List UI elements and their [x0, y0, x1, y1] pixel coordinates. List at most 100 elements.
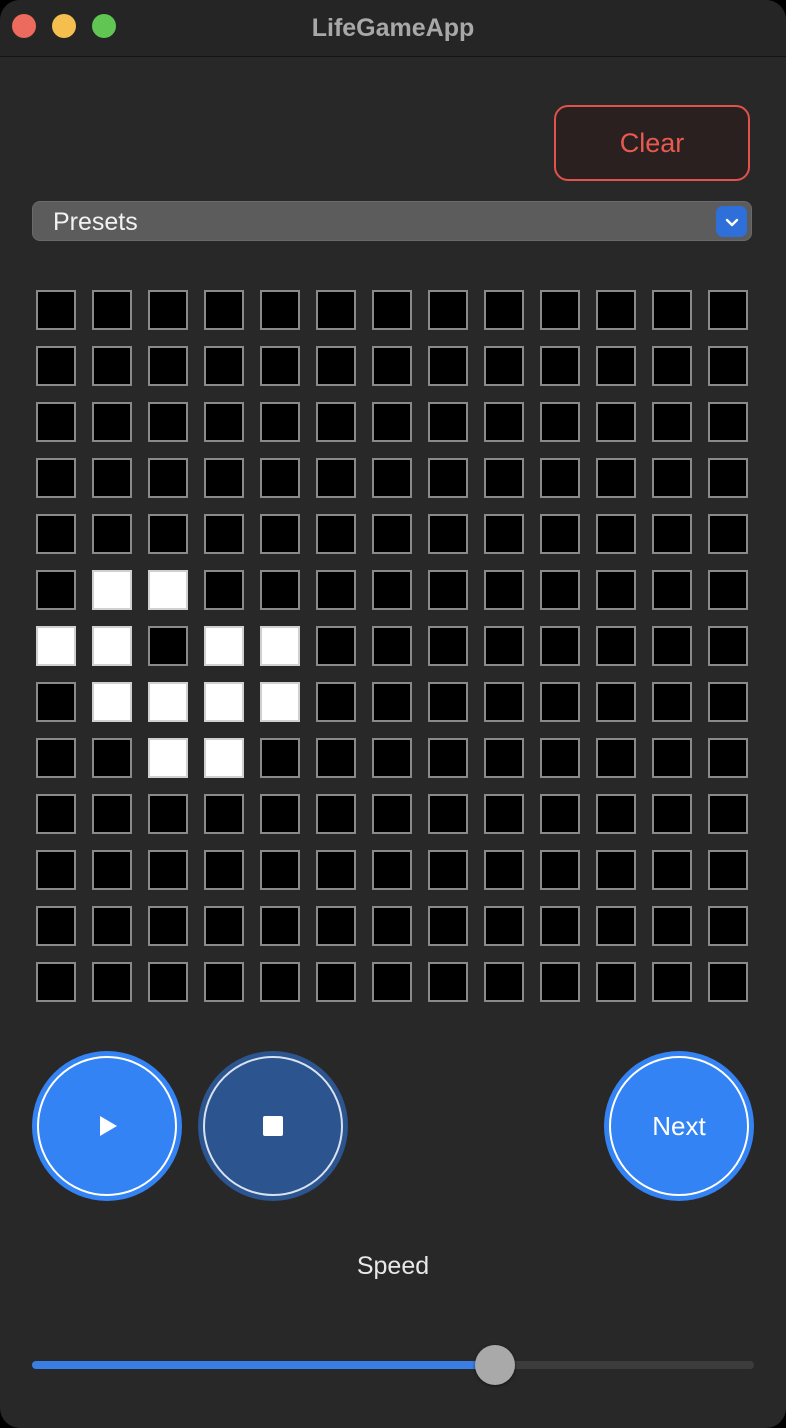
grid-cell[interactable]: [428, 402, 468, 442]
grid-cell[interactable]: [92, 962, 132, 1002]
grid-cell[interactable]: [92, 626, 132, 666]
grid-cell[interactable]: [204, 906, 244, 946]
grid-cell[interactable]: [596, 570, 636, 610]
grid-cell[interactable]: [148, 402, 188, 442]
grid-cell[interactable]: [92, 290, 132, 330]
grid-cell[interactable]: [708, 514, 748, 554]
grid-cell[interactable]: [92, 738, 132, 778]
grid-cell[interactable]: [596, 626, 636, 666]
grid-cell[interactable]: [484, 738, 524, 778]
grid-cell[interactable]: [372, 850, 412, 890]
grid-cell[interactable]: [204, 346, 244, 386]
grid-cell[interactable]: [540, 626, 580, 666]
grid-cell[interactable]: [92, 850, 132, 890]
grid-cell[interactable]: [652, 682, 692, 722]
grid-cell[interactable]: [596, 906, 636, 946]
grid-cell[interactable]: [596, 290, 636, 330]
grid-cell[interactable]: [148, 570, 188, 610]
grid-cell[interactable]: [484, 682, 524, 722]
grid-cell[interactable]: [708, 682, 748, 722]
grid-cell[interactable]: [428, 514, 468, 554]
grid-cell[interactable]: [36, 290, 76, 330]
grid-cell[interactable]: [540, 906, 580, 946]
grid-cell[interactable]: [372, 962, 412, 1002]
grid-cell[interactable]: [596, 514, 636, 554]
grid-cell[interactable]: [148, 850, 188, 890]
grid-cell[interactable]: [92, 458, 132, 498]
grid-cell[interactable]: [372, 682, 412, 722]
grid-cell[interactable]: [92, 682, 132, 722]
grid-cell[interactable]: [540, 570, 580, 610]
grid-cell[interactable]: [708, 794, 748, 834]
grid-cell[interactable]: [596, 458, 636, 498]
grid-cell[interactable]: [596, 346, 636, 386]
grid-cell[interactable]: [484, 850, 524, 890]
grid-cell[interactable]: [484, 346, 524, 386]
grid-cell[interactable]: [372, 290, 412, 330]
grid-cell[interactable]: [708, 290, 748, 330]
grid-cell[interactable]: [372, 458, 412, 498]
grid-cell[interactable]: [428, 906, 468, 946]
grid-cell[interactable]: [652, 738, 692, 778]
grid-cell[interactable]: [708, 570, 748, 610]
grid-cell[interactable]: [204, 850, 244, 890]
grid-cell[interactable]: [484, 458, 524, 498]
grid-cell[interactable]: [148, 906, 188, 946]
grid-cell[interactable]: [428, 346, 468, 386]
grid-cell[interactable]: [652, 514, 692, 554]
grid-cell[interactable]: [484, 290, 524, 330]
grid-cell[interactable]: [596, 850, 636, 890]
grid-cell[interactable]: [540, 402, 580, 442]
grid-cell[interactable]: [260, 570, 300, 610]
grid-cell[interactable]: [652, 850, 692, 890]
grid-cell[interactable]: [204, 682, 244, 722]
grid-cell[interactable]: [484, 962, 524, 1002]
grid-cell[interactable]: [540, 458, 580, 498]
grid-cell[interactable]: [316, 290, 356, 330]
grid-cell[interactable]: [316, 402, 356, 442]
grid-cell[interactable]: [204, 794, 244, 834]
speed-slider[interactable]: [32, 1345, 754, 1385]
grid-cell[interactable]: [428, 850, 468, 890]
grid-cell[interactable]: [484, 570, 524, 610]
presets-dropdown[interactable]: Presets: [32, 201, 752, 241]
grid-cell[interactable]: [260, 850, 300, 890]
grid-cell[interactable]: [372, 402, 412, 442]
grid-cell[interactable]: [428, 682, 468, 722]
grid-cell[interactable]: [316, 962, 356, 1002]
grid-cell[interactable]: [260, 962, 300, 1002]
grid-cell[interactable]: [260, 626, 300, 666]
grid-cell[interactable]: [204, 626, 244, 666]
grid-cell[interactable]: [148, 626, 188, 666]
grid-cell[interactable]: [316, 850, 356, 890]
grid-cell[interactable]: [148, 514, 188, 554]
grid-cell[interactable]: [316, 682, 356, 722]
grid-cell[interactable]: [148, 346, 188, 386]
grid-cell[interactable]: [708, 906, 748, 946]
grid-cell[interactable]: [260, 290, 300, 330]
grid-cell[interactable]: [316, 458, 356, 498]
grid-cell[interactable]: [428, 738, 468, 778]
grid-cell[interactable]: [540, 794, 580, 834]
grid-cell[interactable]: [708, 738, 748, 778]
grid-cell[interactable]: [204, 514, 244, 554]
grid-cell[interactable]: [484, 794, 524, 834]
grid-cell[interactable]: [428, 290, 468, 330]
grid-cell[interactable]: [428, 458, 468, 498]
grid-cell[interactable]: [428, 570, 468, 610]
grid-cell[interactable]: [540, 514, 580, 554]
grid-cell[interactable]: [540, 962, 580, 1002]
grid-cell[interactable]: [204, 962, 244, 1002]
grid-cell[interactable]: [652, 570, 692, 610]
grid-cell[interactable]: [36, 346, 76, 386]
grid-cell[interactable]: [260, 682, 300, 722]
grid-cell[interactable]: [708, 402, 748, 442]
grid-cell[interactable]: [708, 962, 748, 1002]
grid-cell[interactable]: [148, 682, 188, 722]
grid-cell[interactable]: [372, 570, 412, 610]
grid-cell[interactable]: [540, 682, 580, 722]
grid-cell[interactable]: [540, 346, 580, 386]
grid-cell[interactable]: [708, 626, 748, 666]
grid-cell[interactable]: [428, 962, 468, 1002]
grid-cell[interactable]: [596, 794, 636, 834]
